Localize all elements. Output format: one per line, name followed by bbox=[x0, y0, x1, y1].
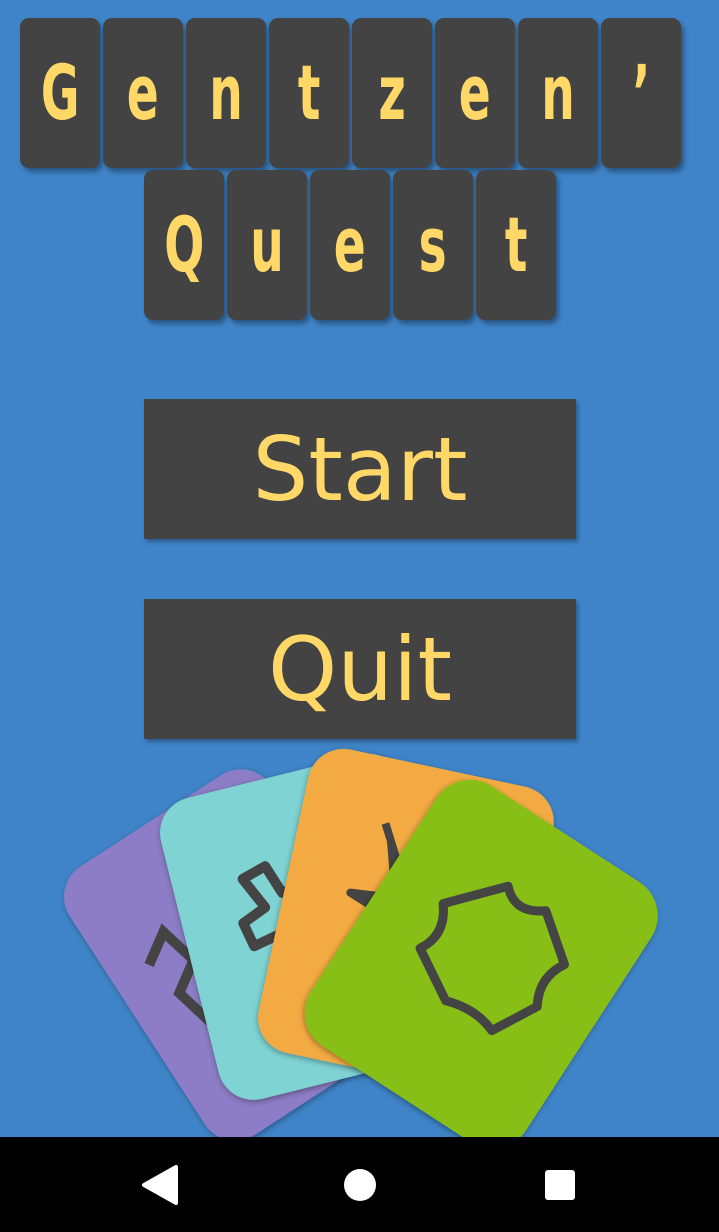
title-letter: ’ bbox=[632, 48, 650, 137]
title-letter-tile: e bbox=[310, 170, 390, 320]
title-letter-tile: u bbox=[227, 170, 307, 320]
title-letter: e bbox=[127, 48, 159, 137]
title-letter: z bbox=[378, 48, 406, 137]
title-letter-tile: n bbox=[186, 18, 266, 168]
title-letter: G bbox=[40, 48, 80, 137]
back-button[interactable] bbox=[100, 1137, 220, 1232]
card-fan-illustration bbox=[64, 748, 658, 1137]
game-main-menu: G e n t z e n ’ Q u e s t Start Quit bbox=[0, 0, 719, 1137]
title-letter-tile: t bbox=[269, 18, 349, 168]
title-letter-tile: ’ bbox=[601, 18, 681, 168]
title-letter-tile: Q bbox=[144, 170, 224, 320]
title-line-1: G e n t z e n ’ bbox=[20, 18, 684, 168]
back-triangle-icon bbox=[142, 1164, 178, 1205]
title-letter: t bbox=[504, 200, 528, 289]
title-letter: t bbox=[297, 48, 321, 137]
title-letter-tile: G bbox=[20, 18, 100, 168]
start-button[interactable]: Start bbox=[144, 399, 576, 539]
title-letter: e bbox=[459, 48, 491, 137]
title-letter-tile: t bbox=[476, 170, 556, 320]
title-letter: Q bbox=[163, 200, 205, 289]
recents-square-icon bbox=[545, 1169, 575, 1200]
title-letter: n bbox=[209, 48, 243, 137]
title-line-2: Q u e s t bbox=[144, 170, 559, 320]
title-letter: n bbox=[541, 48, 575, 137]
quit-button[interactable]: Quit bbox=[144, 599, 576, 739]
system-navigation-bar bbox=[0, 1137, 719, 1232]
title-letter-tile: s bbox=[393, 170, 473, 320]
title-letter-tile: z bbox=[352, 18, 432, 168]
recents-button[interactable] bbox=[500, 1137, 620, 1232]
title-letter: s bbox=[418, 200, 448, 289]
title-letter: u bbox=[250, 200, 284, 289]
home-button[interactable] bbox=[300, 1137, 420, 1232]
title-letter-tile: e bbox=[435, 18, 515, 168]
title-letter: e bbox=[334, 200, 366, 289]
title-letter-tile: e bbox=[103, 18, 183, 168]
title-letter-tile: n bbox=[518, 18, 598, 168]
home-circle-icon bbox=[344, 1168, 376, 1201]
